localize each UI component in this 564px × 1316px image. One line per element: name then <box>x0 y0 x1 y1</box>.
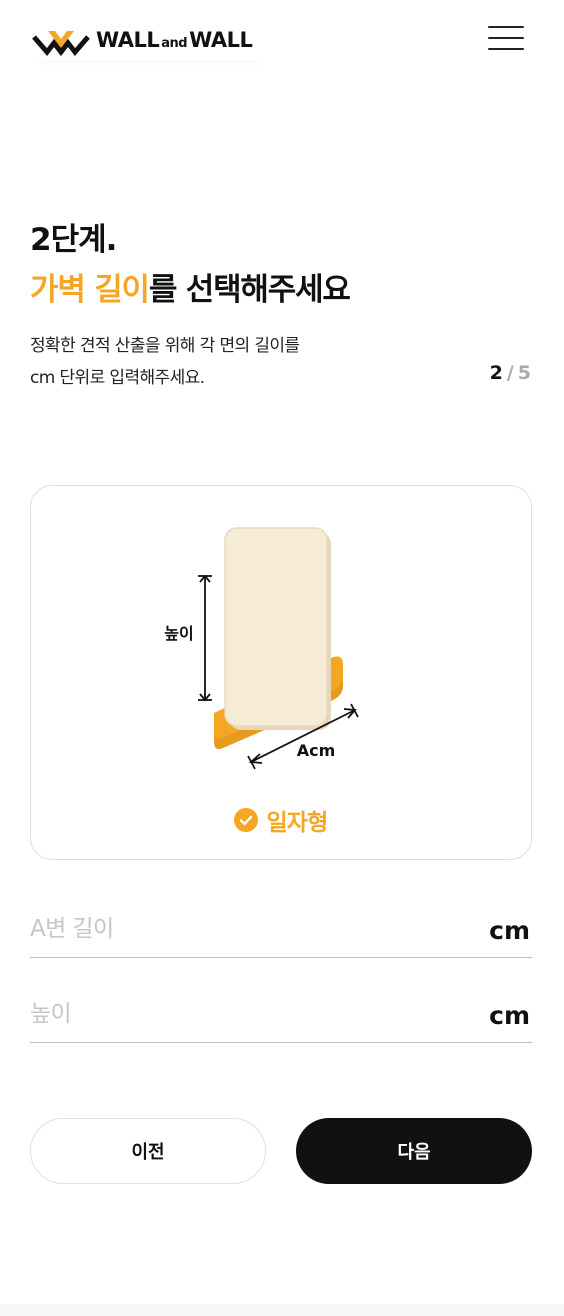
height-unit: cm <box>489 1001 530 1030</box>
prev-button[interactable]: 이전 <box>30 1118 266 1184</box>
next-button[interactable]: 다음 <box>296 1118 532 1184</box>
logo-mark-icon <box>32 31 90 57</box>
step-title: 2단계. <box>30 222 117 258</box>
height-field: cm <box>30 987 532 1043</box>
step-indicator: 2/5 <box>490 362 531 384</box>
step-total: 5 <box>517 362 531 384</box>
footer-strip <box>0 1304 564 1316</box>
hamburger-menu-icon[interactable] <box>484 20 528 56</box>
check-circle-icon <box>234 808 259 832</box>
a-side-length-field: cm <box>30 902 532 958</box>
page-title-rest: 를 선택해주세요 <box>148 272 351 308</box>
a-side-unit: cm <box>489 916 530 945</box>
straight-wall-illustration: 높이 Acm <box>164 527 359 770</box>
page-title: 가벽 길이를 선택해주세요 <box>30 264 351 309</box>
a-side-length-input[interactable] <box>30 902 470 956</box>
description-line-1: 정확한 견적 산출을 위해 각 면의 길이를 <box>30 336 300 356</box>
height-label: 높이 <box>164 624 193 643</box>
page-title-accent: 가벽 길이 <box>30 272 150 308</box>
step-current: 2 <box>489 362 503 384</box>
step-separator: / <box>506 362 514 384</box>
brand-name: WALL andWALL <box>96 28 253 52</box>
header: WALL andWALL <box>0 0 564 80</box>
selected-type-label: 일자형 <box>266 810 328 836</box>
brand-logo[interactable]: WALL andWALL <box>32 20 268 60</box>
length-label: Acm <box>297 741 336 760</box>
wall-type-card[interactable]: 높이 Acm 일자형 <box>30 485 532 860</box>
height-input[interactable] <box>30 987 470 1041</box>
selected-type-badge: 일자형 <box>31 803 531 837</box>
description-line-2: cm 단위로 입력해주세요. <box>30 368 205 388</box>
page-description: 정확한 견적 산출을 위해 각 면의 길이를 cm 단위로 입력해주세요. <box>30 330 300 394</box>
